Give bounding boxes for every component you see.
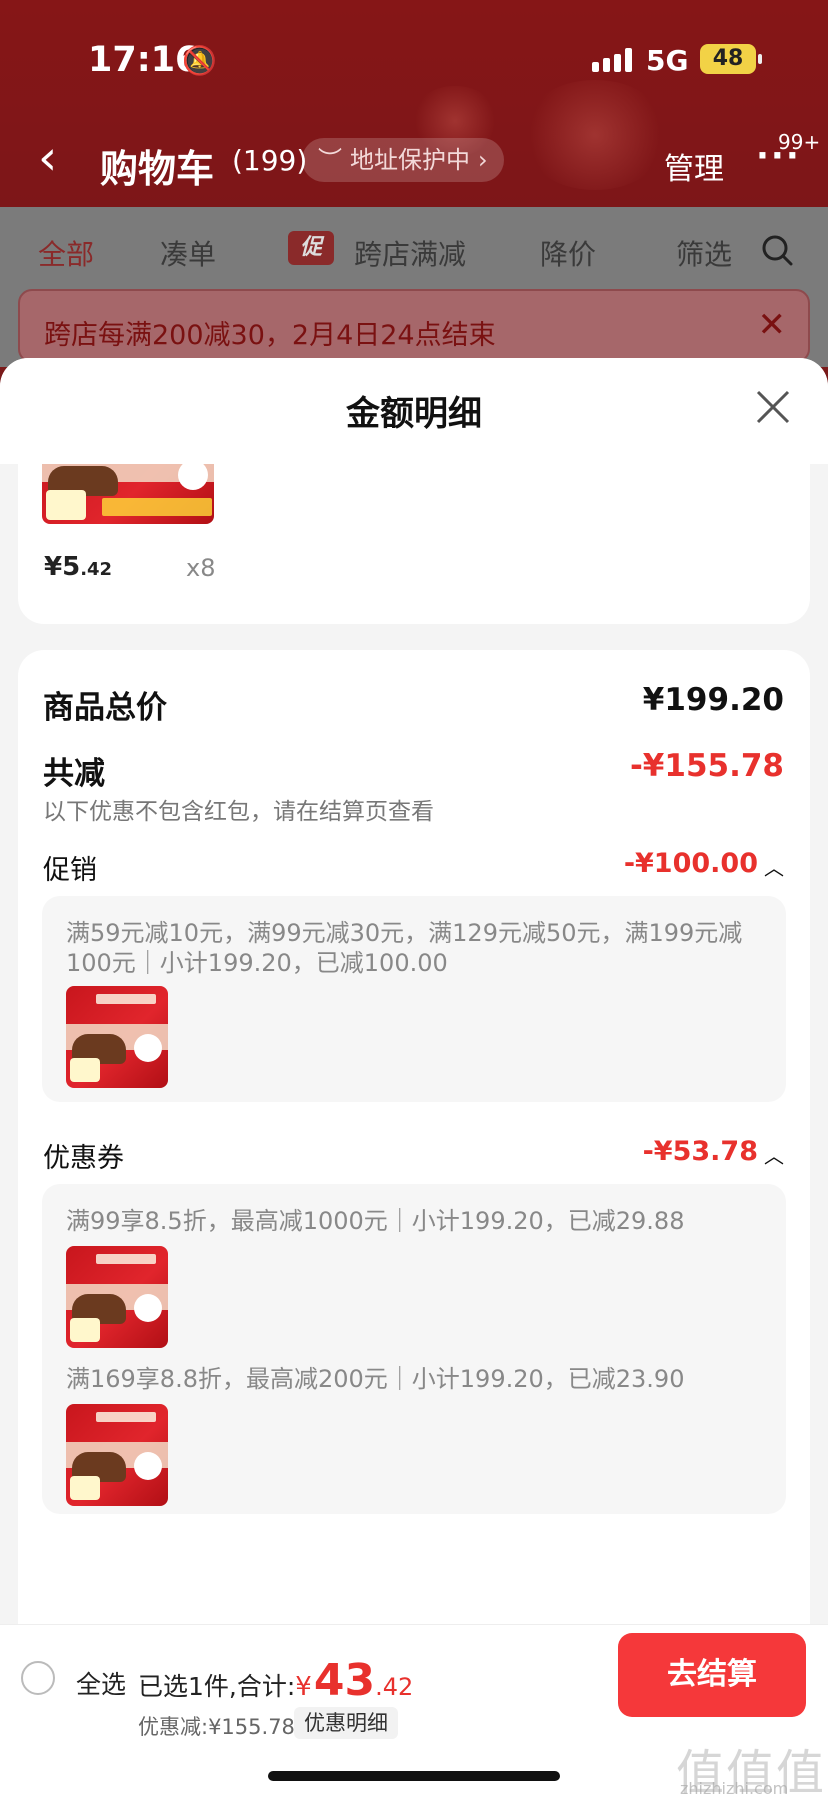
more-badge: 99+	[778, 130, 821, 154]
status-bar: 17:16 🔕 5G 48	[0, 0, 828, 120]
watermark-url: zhizhizhi.com	[680, 1779, 789, 1796]
tab-all[interactable]: 全部	[38, 233, 94, 273]
close-icon[interactable]: ✕	[758, 305, 787, 345]
total-dec: .42	[375, 1673, 414, 1701]
selected-info: 已选1件,合计:	[138, 1672, 296, 1701]
total-currency: ¥	[295, 1672, 312, 1702]
back-arrow-icon[interactable]: ‹	[38, 130, 57, 186]
tab-cross-store[interactable]: 跨店满减	[354, 233, 466, 273]
coupon-value[interactable]: -¥53.78	[643, 1136, 758, 1167]
coupon-rule: 满99享8.5折，最高减1000元｜小计199.20，已减29.88	[66, 1207, 685, 1235]
product-thumbnail	[66, 1404, 168, 1506]
coupon-rule: 满169享8.8折，最高减200元｜小计199.20，已减23.90	[66, 1365, 685, 1393]
promotion-label: 促销	[43, 855, 97, 886]
cart-count: (199)	[232, 144, 308, 177]
manage-button[interactable]: 管理	[664, 144, 724, 188]
discount-summary: 优惠减:¥155.78	[138, 1715, 295, 1739]
discount-total-label: 共减	[43, 756, 105, 792]
search-icon[interactable]	[760, 233, 794, 267]
checkout-bar: 全选 已选1件,合计: ¥ 43 .42 优惠减:¥155.78 优惠明细 去结…	[0, 1624, 828, 1796]
chevron-right-icon: ›	[478, 146, 488, 174]
discount-total-value: -¥155.78	[629, 748, 784, 784]
item-quantity: x8	[186, 554, 216, 582]
tabs-area: 全部 凑单 促 跨店满减 降价 筛选 跨店每满200减30，2月4日24点结束 …	[0, 207, 828, 367]
signal-icon	[592, 48, 632, 72]
select-all-label[interactable]: 全选	[76, 1665, 126, 1701]
address-protection-pill[interactable]: ︶ 地址保护中 ›	[302, 138, 504, 182]
amount-detail-sheet: ¥5.42 x8 金额明细 商品总价 ¥199.20 共减 -¥155.78 以…	[0, 358, 828, 1624]
goods-total-value: ¥199.20	[642, 682, 784, 718]
promo-banner[interactable]: 跨店每满200减30，2月4日24点结束 ✕	[18, 289, 810, 363]
promotion-rule: 满59元减10元，满99元减30元，满129元减50元，满199元减100元｜小…	[66, 919, 743, 977]
item-price-int: ¥5	[44, 552, 81, 582]
tab-bundle[interactable]: 凑单	[160, 233, 216, 273]
select-all-radio[interactable]	[21, 1661, 55, 1695]
product-thumbnail	[66, 986, 168, 1088]
battery-icon: 48	[700, 44, 762, 74]
amount-breakdown-card: 商品总价 ¥199.20 共减 -¥155.78 以下优惠不包含红包，请在结算页…	[18, 650, 810, 1624]
promotion-value[interactable]: -¥100.00	[624, 848, 758, 879]
close-icon[interactable]	[754, 388, 792, 426]
promo-banner-text: 跨店每满200减30，2月4日24点结束	[44, 320, 496, 351]
sheet-header: 金额明细	[0, 358, 828, 464]
tab-filter[interactable]: 筛选	[676, 233, 732, 273]
address-protection-label: 地址保护中	[350, 146, 470, 174]
coupon-label: 优惠券	[43, 1143, 124, 1174]
filter-tabs: 全部 凑单 促 跨店满减 降价 筛选	[0, 207, 828, 291]
goods-total-label: 商品总价	[43, 690, 167, 726]
home-indicator[interactable]	[268, 1771, 560, 1781]
item-price-dec: .42	[80, 559, 113, 580]
tab-price-drop[interactable]: 降价	[540, 233, 596, 273]
discount-detail-button[interactable]: 优惠明细	[294, 1707, 398, 1739]
product-thumbnail	[66, 1246, 168, 1348]
checkout-button[interactable]: 去结算	[618, 1633, 806, 1717]
item-card: ¥5.42 x8	[18, 448, 810, 624]
promotion-detail-box: 满59元减10元，满99元减30元，满129元减50元，满199元减100元｜小…	[42, 896, 786, 1102]
mute-bell-icon: 🔕	[182, 44, 217, 77]
chevron-up-icon[interactable]: ︿	[764, 852, 784, 881]
eye-closed-icon: ︶	[318, 146, 342, 174]
coupon-detail-box: 满99享8.5折，最高减1000元｜小计199.20，已减29.88 满169享…	[42, 1184, 786, 1514]
discount-note: 以下优惠不包含红包，请在结算页查看	[43, 799, 434, 825]
total-int: 43	[313, 1655, 376, 1706]
network-type: 5G	[646, 44, 689, 77]
promo-tag: 促	[288, 231, 334, 265]
selected-summary: 已选1件,合计: ¥ 43 .42	[138, 1655, 413, 1706]
chevron-up-icon[interactable]: ︿	[764, 1140, 784, 1169]
item-price: ¥5.42	[44, 552, 112, 582]
nav-bar: ‹ 购物车 (199) ︶ 地址保护中 › 管理 ··· 99+	[0, 120, 828, 206]
page-title: 购物车	[100, 147, 215, 191]
sheet-title: 金额明细	[346, 394, 482, 434]
